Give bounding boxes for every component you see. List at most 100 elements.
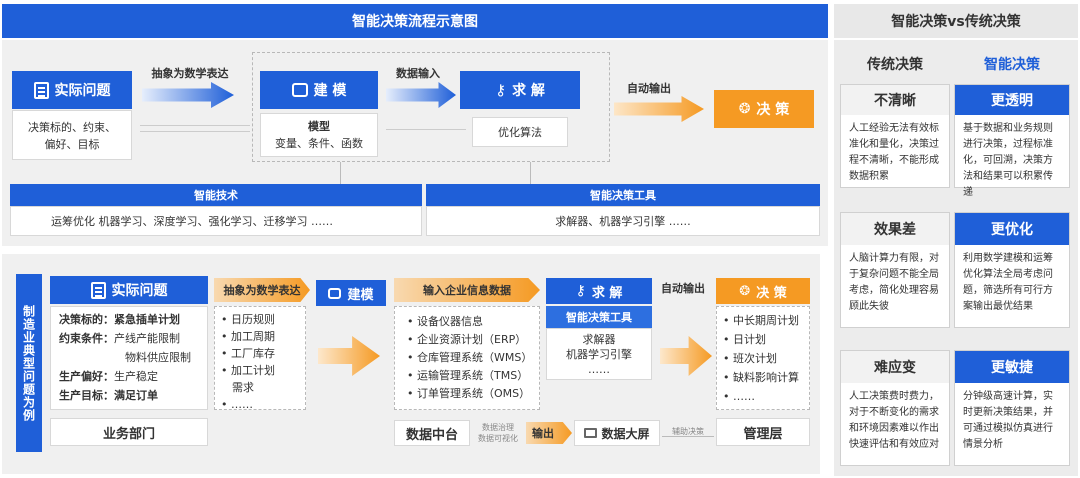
screen-box: 数据大屏 xyxy=(574,420,660,446)
key-icon: ⚷ xyxy=(575,283,586,299)
output-arrow: 输出 xyxy=(526,422,572,444)
plans-list: • 中长期周计划 • 日计划 • 班次计划 • 缺料影响计算 • …… xyxy=(716,306,810,410)
model-desc: 变量、条件、函数 xyxy=(275,137,363,150)
solve-label: 求 解 xyxy=(512,83,545,99)
connector-line xyxy=(662,436,714,437)
systems-list: • 设备仪器信息 • 企业资源计划（ERP） • 仓库管理系统（WMS） • 运… xyxy=(394,306,540,410)
good-desc: 分钟级高速计算，实时更新决策结果，并可通过模拟仿真进行情景分析 xyxy=(963,391,1053,450)
b-problem-label: 实际问题 xyxy=(111,283,168,299)
right-title: 智能决策vs传统决策 xyxy=(834,4,1078,38)
plan-item: • 日计划 xyxy=(723,333,766,346)
model-title: 模型 xyxy=(308,120,330,133)
bad-card: 难应变 人工决策费时费力，对于不断变化的需求和环境因素难以作出快速评估和有效应对 xyxy=(840,350,950,466)
tool-title: 智能决策工具 xyxy=(426,184,820,206)
problem-desc-line: 决策标的、约束、 xyxy=(28,121,116,134)
good-title: 更优化 xyxy=(955,213,1069,245)
b-solve-box: ⚷ 求 解 xyxy=(546,278,652,304)
rule-item: • 加工计划 xyxy=(221,364,275,377)
connector-line xyxy=(386,129,466,130)
rule-item: • 日历规则 xyxy=(221,313,275,326)
b-abstract-arrow: 抽象为数学表达 xyxy=(214,278,310,302)
connector-line xyxy=(140,125,250,126)
tool-item: 求解器 xyxy=(582,333,616,346)
system-item: • 设备仪器信息 xyxy=(407,315,483,328)
tech-title: 智能技术 xyxy=(10,184,422,206)
abstract-label: 抽象为数学表达 xyxy=(151,67,229,80)
model-desc-box: 模型 变量、条件、函数 xyxy=(260,113,378,157)
bad-title: 效果差 xyxy=(841,213,949,245)
b-input-arrow: 输入企业信息数据 xyxy=(394,278,540,302)
bad-card: 效果差 人脑计算力有限，对于复杂问题不能全局考虑，简化处理容易顾此失彼 xyxy=(840,212,950,328)
solve-desc-box: 优化算法 xyxy=(472,117,568,147)
good-desc: 基于数据和业务规则进行决策，过程标准化，可回溯，决策方法和结果可以积累传递 xyxy=(963,123,1053,198)
brain-icon: ❂ xyxy=(739,283,751,299)
good-desc: 利用数学建模和运筹优化算法全局考虑问题，筛选所有可行方案输出最优结果 xyxy=(963,253,1053,312)
problem-label: 实际问题 xyxy=(54,83,111,99)
b-decide-label: 决 策 xyxy=(756,285,787,301)
system-item: • 企业资源计划（ERP） xyxy=(407,333,527,346)
data-center-box: 数据中台 xyxy=(394,420,470,446)
b-model-label: 建模 xyxy=(347,287,374,303)
dept-box: 业务部门 xyxy=(50,418,208,446)
auto-label: 自动输出 xyxy=(661,282,705,295)
brain-icon: ❂ xyxy=(738,101,751,117)
chart-icon xyxy=(291,83,308,97)
output-label: 自动输出 xyxy=(627,82,671,95)
decide-box: ❂ 决 策 xyxy=(714,90,814,128)
b-problem-box: 实际问题 xyxy=(50,276,208,304)
connector-line xyxy=(340,162,341,184)
gov-label-1: 数据治理 xyxy=(482,423,514,432)
rule-item: • 工厂库存 xyxy=(221,347,275,360)
monitor-icon xyxy=(584,428,598,438)
mgmt-box: 管理层 xyxy=(716,418,810,446)
problem-desc-box: 决策标的、约束、 偏好、目标 xyxy=(12,110,132,160)
problem-item-key: 决策标的： xyxy=(59,313,114,326)
problem-item: 决策标的：紧急插单计划 xyxy=(59,310,207,329)
system-item: • 运输管理系统（TMS） xyxy=(407,369,529,382)
decide-label: 决 策 xyxy=(756,102,790,118)
good-title: 更敏捷 xyxy=(955,351,1069,383)
b-tool-title: 智能决策工具 xyxy=(546,306,652,328)
problem-item-value: 满足订单 xyxy=(114,389,158,402)
plan-item: • 中长期周计划 xyxy=(723,314,799,327)
problem-item: 生产偏好：生产稳定 xyxy=(59,367,207,386)
plan-item: • …… xyxy=(723,390,755,403)
good-card: 更敏捷 分钟级高速计算，实时更新决策结果，并可通过模拟仿真进行情景分析 xyxy=(954,350,1070,466)
solve-box: ⚷ 求 解 xyxy=(460,71,580,109)
problem-item: 约束条件：产线产能限制 xyxy=(59,329,207,348)
gov-labels: 数据治理 数据可视化 xyxy=(474,422,522,444)
good-card: 更透明 基于数据和业务规则进行决策，过程标准化，可回溯，决策方法和结果可以积累传… xyxy=(954,84,1070,198)
problem-item-value: 产线产能限制 xyxy=(114,332,180,345)
rule-item: 需求 xyxy=(232,381,254,394)
b-tool-box: 求解器 机器学习引擎 …… xyxy=(546,328,652,380)
good-card: 更优化 利用数学建模和运筹优化算法全局考虑问题，筛选所有可行方案输出最优结果 xyxy=(954,212,1070,328)
tool-item: …… xyxy=(588,363,610,376)
gov-label-2: 数据可视化 xyxy=(478,434,518,443)
bad-desc: 人工决策费时费力，对于不断变化的需求和环境因素难以作出快速评估和有效应对 xyxy=(849,391,939,450)
plan-item: • 班次计划 xyxy=(723,352,777,365)
solve-desc: 优化算法 xyxy=(498,126,542,139)
connector-line xyxy=(140,131,250,132)
problem-item-key: 约束条件： xyxy=(59,332,114,345)
document-icon xyxy=(90,281,106,299)
chart-icon xyxy=(328,287,342,299)
side-label: 制造业典型问题为例 xyxy=(16,274,42,452)
model-label: 建 模 xyxy=(313,83,347,99)
b-solve-label: 求 解 xyxy=(591,285,623,301)
problem-box: 实际问题 xyxy=(12,71,132,109)
b-problem-detail: 决策标的：紧急插单计划 约束条件：产线产能限制 物料供应限制 生产偏好：生产稳定… xyxy=(50,306,208,410)
tech-desc: 运筹优化 机器学习、深度学习、强化学习、迁移学习 …… xyxy=(51,215,333,228)
problem-item-value: 生产稳定 xyxy=(114,370,158,383)
tool-desc: 求解器、机器学习引擎 …… xyxy=(555,215,691,228)
problem-item: 物料供应限制 xyxy=(59,348,207,367)
input-label: 数据输入 xyxy=(396,67,440,80)
system-item: • 仓库管理系统（WMS） xyxy=(407,351,533,364)
bad-title: 不清晰 xyxy=(841,85,949,115)
bad-title: 难应变 xyxy=(841,351,949,383)
problem-desc-line: 偏好、目标 xyxy=(44,138,100,151)
problem-item-value: 物料供应限制 xyxy=(125,351,191,364)
good-title: 更透明 xyxy=(955,85,1069,115)
bad-desc: 人工经验无法有效标准化和量化，决策过程不清晰，不能形成数据积累 xyxy=(849,123,939,182)
screen-label: 数据大屏 xyxy=(601,426,650,441)
bad-desc: 人脑计算力有限，对于复杂问题不能全局考虑，简化处理容易顾此失彼 xyxy=(849,253,939,312)
